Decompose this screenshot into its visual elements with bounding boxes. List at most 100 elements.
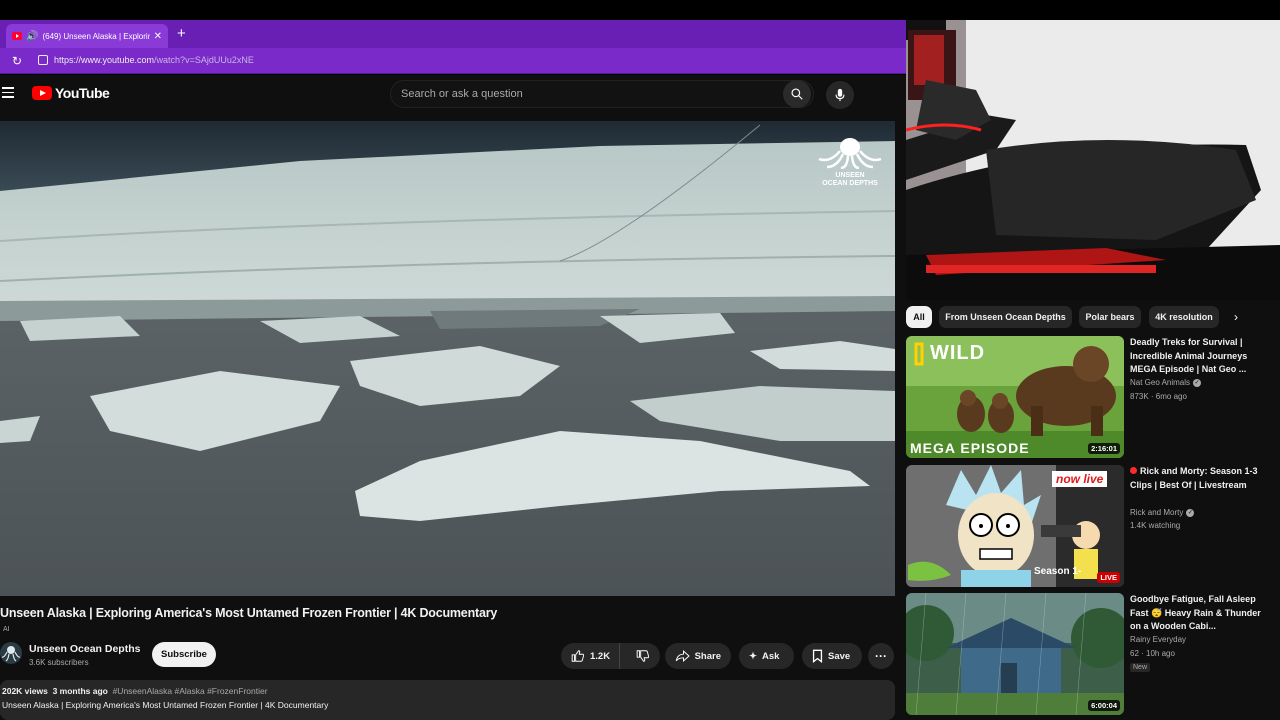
- save-button[interactable]: Save: [802, 643, 862, 669]
- recommendation-title[interactable]: Deadly Treks for Survival | Incredible A…: [1130, 336, 1272, 377]
- share-button[interactable]: Share: [665, 643, 731, 669]
- browser-tabstrip: 🔊 (649) Unseen Alaska | Exploring ✕ +: [0, 20, 906, 48]
- save-label: Save: [828, 650, 851, 662]
- recommendation-stats: 62 · 10h ago: [1130, 649, 1175, 658]
- recommendation-title[interactable]: Goodbye Fatigue, Fall Asleep Fast 😴 Heav…: [1130, 593, 1272, 634]
- site-info-icon[interactable]: [38, 55, 48, 65]
- youtube-page: YouTube Search or ask a question UNSEEN …: [0, 75, 906, 720]
- video-thumbnail[interactable]: now live Season 1- LIVE: [906, 465, 1124, 587]
- recommendation-title[interactable]: Rick and Morty: Season 1-3 Clips | Best …: [1130, 465, 1272, 492]
- video-duration: 6:00:04: [1088, 700, 1120, 711]
- chip-from-channel[interactable]: From Unseen Ocean Depths: [939, 306, 1072, 328]
- new-tab-plus-icon[interactable]: +: [177, 24, 186, 44]
- url-field[interactable]: https://www.youtube.com/watch?v=SAjdUUu2…: [54, 55, 254, 65]
- search-button[interactable]: [783, 80, 811, 108]
- description-box[interactable]: 202K views 3 months ago #UnseenAlaska #A…: [0, 680, 895, 720]
- like-count: 1.2K: [590, 650, 611, 662]
- browser-tab[interactable]: 🔊 (649) Unseen Alaska | Exploring ✕: [6, 24, 168, 48]
- new-badge: New: [1130, 663, 1151, 672]
- channel-name[interactable]: Unseen Ocean Depths: [29, 643, 140, 655]
- chip-polar-bears[interactable]: Polar bears: [1079, 306, 1141, 328]
- verified-check-icon: ✓: [1193, 378, 1202, 387]
- microphone-icon: [835, 88, 845, 102]
- rainy-cabin-thumbnail-image: [906, 593, 1124, 715]
- filter-chips: All From Unseen Ocean Depths Polar bears…: [906, 306, 1280, 328]
- more-horizontal-icon: ···: [875, 649, 887, 663]
- chip-4k-resolution[interactable]: 4K resolution: [1149, 306, 1219, 328]
- dislike-button[interactable]: [625, 643, 660, 669]
- ask-button[interactable]: ✦ Ask: [739, 643, 794, 669]
- live-dot-icon: [1130, 467, 1137, 474]
- reload-icon[interactable]: ↻: [12, 54, 22, 68]
- channel-name: Rainy Everyday: [1130, 635, 1187, 644]
- search-icon: [791, 88, 803, 100]
- like-button[interactable]: 1.2K: [561, 643, 621, 669]
- search-input[interactable]: [391, 88, 783, 100]
- url-path: /watch?v=SAjdUUu2xNE: [154, 55, 254, 65]
- share-arrow-icon: [675, 650, 690, 662]
- youtube-logo[interactable]: YouTube: [32, 85, 110, 101]
- like-dislike-group: 1.2K: [561, 643, 660, 669]
- channel-watermark-logo[interactable]: UNSEEN OCEAN DEPTHS: [815, 135, 885, 188]
- octopus-avatar-icon: [1, 646, 21, 662]
- recommendation-channel[interactable]: Nat Geo Animals ✓: [1130, 378, 1202, 387]
- recommendation-item[interactable]: 6:00:04 Goodbye Fatigue, Fall Asleep Fas…: [906, 593, 1280, 715]
- view-count: 202K views: [2, 686, 48, 696]
- speaker-icon[interactable]: 🔊: [26, 31, 38, 42]
- thumbnail-text-top: now live: [1052, 471, 1108, 487]
- recommendation-stats: 1.4K watching: [1130, 521, 1181, 530]
- more-actions-button[interactable]: ···: [868, 643, 894, 669]
- recommendation-item[interactable]: WILD MEGA EPISODE 2:16:01 Deadly Treks f…: [906, 336, 1280, 458]
- voice-search-button[interactable]: [826, 81, 854, 109]
- octopus-logo-icon: [818, 138, 882, 170]
- close-icon[interactable]: ✕: [154, 31, 162, 42]
- video-title: Unseen Alaska | Exploring America's Most…: [0, 606, 498, 620]
- youtube-play-logo-icon: [32, 86, 52, 100]
- channel-avatar[interactable]: [0, 642, 22, 664]
- channel-name: Rick and Morty: [1130, 508, 1184, 517]
- video-thumbnail[interactable]: 6:00:04: [906, 593, 1124, 715]
- watermark-line1: UNSEEN: [835, 172, 865, 179]
- thumbnail-text-bottom: Season 1-: [1034, 566, 1082, 577]
- thumbnail-text-bottom: MEGA EPISODE: [910, 440, 1030, 456]
- webcam-bedroom-scene: [906, 20, 1280, 300]
- thumbnail-text-top: WILD: [930, 342, 986, 364]
- description-text: Unseen Alaska | Exploring America's Most…: [2, 700, 329, 710]
- sparkle-icon: ✦: [749, 650, 757, 662]
- recommendations-sidebar: All From Unseen Ocean Depths Polar bears…: [906, 300, 1280, 720]
- watermark-line2: OCEAN DEPTHS: [822, 180, 878, 187]
- ai-badge: AI: [3, 626, 10, 633]
- recommendation-stats: 873K · 6mo ago: [1130, 392, 1187, 401]
- chip-all[interactable]: All: [906, 306, 932, 328]
- chevron-right-icon[interactable]: ›: [1234, 310, 1238, 324]
- search-bar: [390, 80, 814, 108]
- video-player[interactable]: UNSEEN OCEAN DEPTHS: [0, 121, 895, 596]
- hamburger-menu-icon[interactable]: [2, 87, 14, 99]
- channel-name: Nat Geo Animals: [1130, 378, 1191, 387]
- video-frame-glacier: [0, 121, 895, 596]
- recommendation-channel[interactable]: Rick and Morty ✓: [1130, 508, 1195, 517]
- subscribe-button[interactable]: Subscribe: [152, 642, 216, 667]
- recommendation-item[interactable]: now live Season 1- LIVE Rick and Morty: …: [906, 465, 1280, 587]
- thumbs-up-icon: [571, 650, 585, 662]
- recommendation-channel[interactable]: Rainy Everyday: [1130, 635, 1186, 644]
- hashtags[interactable]: #UnseenAlaska #Alaska #FrozenFrontier: [113, 686, 268, 696]
- video-duration: 2:16:01: [1088, 443, 1120, 454]
- description-meta: 202K views 3 months ago #UnseenAlaska #A…: [2, 686, 268, 696]
- thumbs-down-icon: [636, 650, 649, 662]
- bookmark-icon: [812, 649, 823, 663]
- youtube-logo-text: YouTube: [55, 85, 110, 101]
- recommendation-title-text: Rick and Morty: Season 1-3 Clips | Best …: [1130, 466, 1258, 490]
- browser-address-bar: ↻ https://www.youtube.com/watch?v=SAjdUU…: [0, 48, 906, 74]
- video-thumbnail[interactable]: WILD MEGA EPISODE 2:16:01: [906, 336, 1124, 458]
- tab-title: (649) Unseen Alaska | Exploring: [42, 31, 150, 41]
- webcam-overlay: [906, 20, 1280, 300]
- youtube-header: YouTube: [0, 75, 906, 115]
- share-label: Share: [694, 650, 721, 662]
- top-black-bar: [0, 0, 1280, 20]
- live-badge: LIVE: [1097, 572, 1120, 583]
- verified-check-icon: ✓: [1186, 508, 1195, 517]
- subscriber-count: 3.6K subscribers: [29, 658, 89, 667]
- ask-label: Ask: [761, 650, 780, 662]
- url-host: https://www.youtube.com: [54, 55, 155, 65]
